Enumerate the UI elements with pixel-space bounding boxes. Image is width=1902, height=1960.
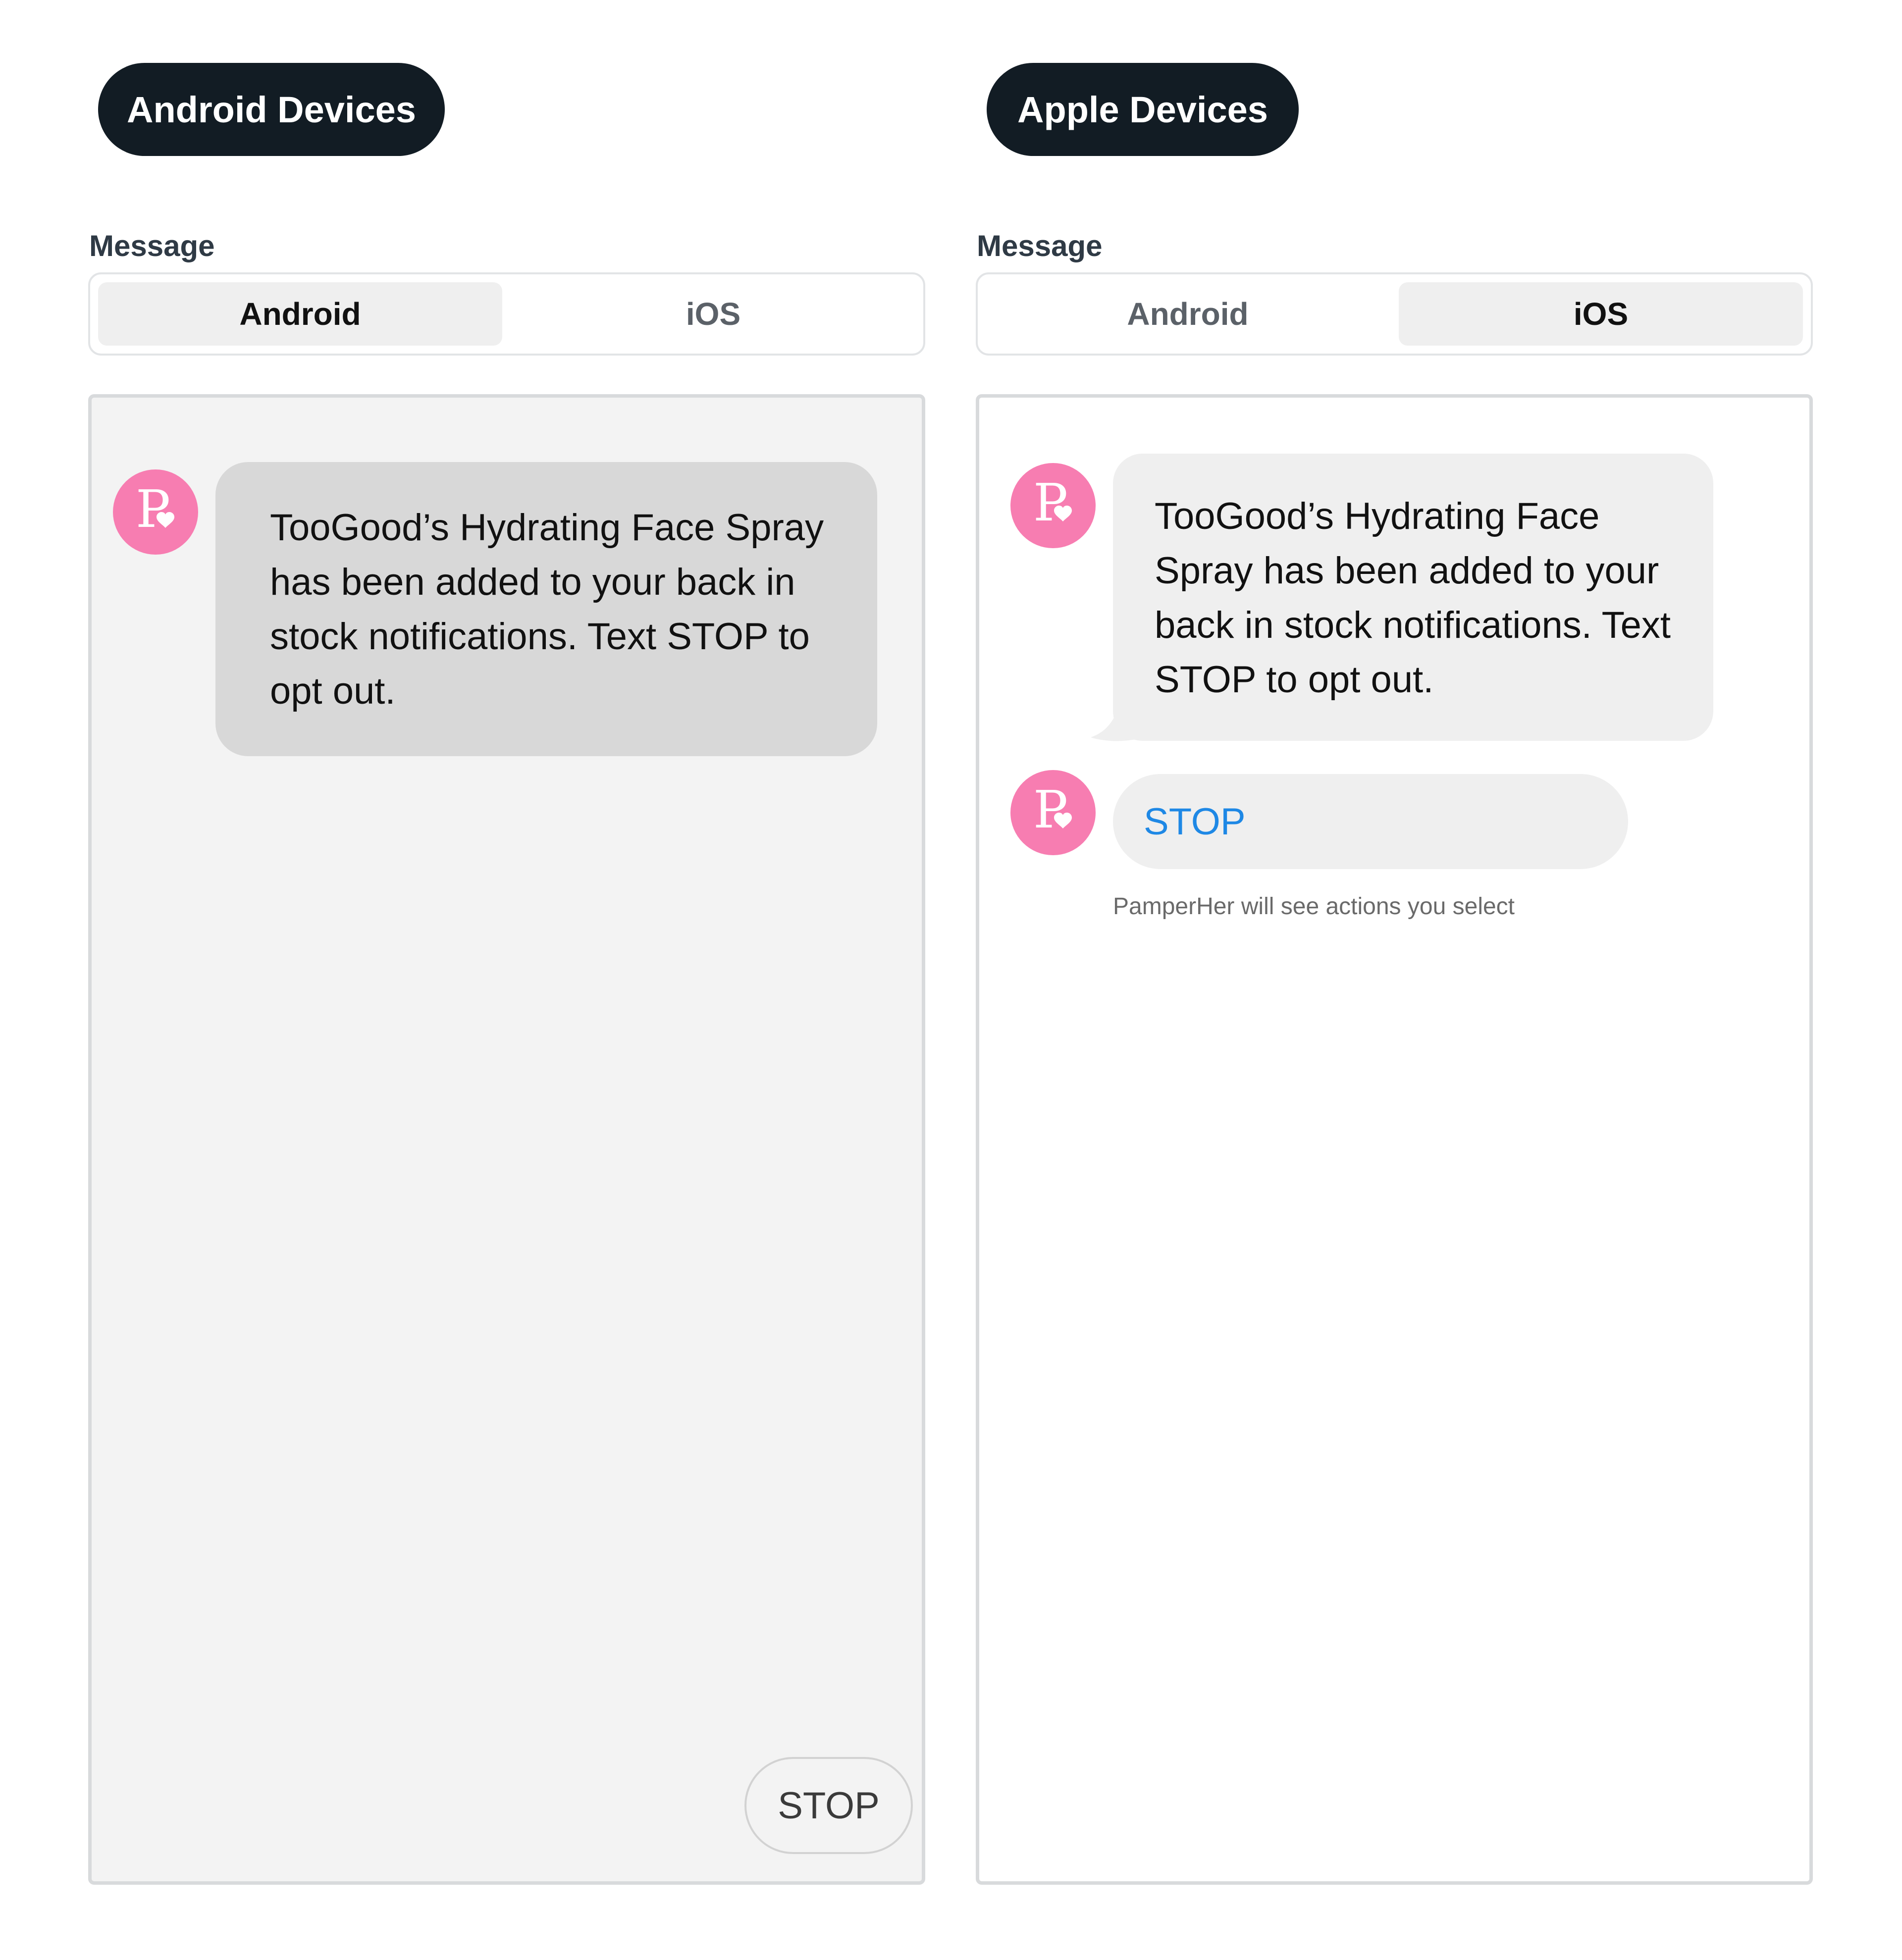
platform-toggle: Android iOS bbox=[976, 272, 1813, 356]
apple-devices-heading: Apple Devices bbox=[987, 63, 1299, 156]
avatar-letter: P bbox=[136, 479, 170, 539]
p-heart-logo-icon: P bbox=[1033, 472, 1072, 533]
brand-avatar-icon: P bbox=[1010, 770, 1096, 855]
p-heart-logo-icon: P bbox=[136, 479, 174, 539]
android-devices-section: Android Devices Message Android iOS P To… bbox=[88, 0, 925, 1960]
tab-android[interactable]: Android bbox=[986, 282, 1390, 346]
ios-message-bubble: TooGood’s Hydrating Face Spray has been … bbox=[1113, 454, 1713, 741]
actions-caption: PamperHer will see actions you select bbox=[1113, 893, 1515, 920]
tab-ios[interactable]: iOS bbox=[511, 282, 915, 346]
ios-message-preview: P TooGood’s Hydrating Face Spray has bee… bbox=[976, 394, 1813, 1885]
stop-action-button[interactable]: STOP bbox=[1113, 774, 1628, 869]
tab-android[interactable]: Android bbox=[98, 282, 502, 346]
message-label: Message bbox=[89, 229, 215, 262]
android-message-preview: P TooGood’s Hydrating Face Spray has bee… bbox=[88, 394, 925, 1885]
platform-toggle: Android iOS bbox=[88, 272, 925, 356]
android-message-bubble: TooGood’s Hydrating Face Spray has been … bbox=[215, 462, 877, 756]
brand-avatar-icon: P bbox=[113, 469, 198, 555]
p-heart-logo-icon: P bbox=[1033, 779, 1072, 840]
message-label: Message bbox=[977, 229, 1103, 262]
android-devices-heading: Android Devices bbox=[98, 63, 445, 156]
stop-reply-chip[interactable]: STOP bbox=[744, 1757, 913, 1854]
tab-ios[interactable]: iOS bbox=[1399, 282, 1803, 346]
apple-devices-section: Apple Devices Message Android iOS P TooG… bbox=[976, 0, 1813, 1960]
avatar-letter: P bbox=[1033, 779, 1068, 840]
avatar-letter: P bbox=[1033, 472, 1068, 533]
brand-avatar-icon: P bbox=[1010, 463, 1096, 548]
